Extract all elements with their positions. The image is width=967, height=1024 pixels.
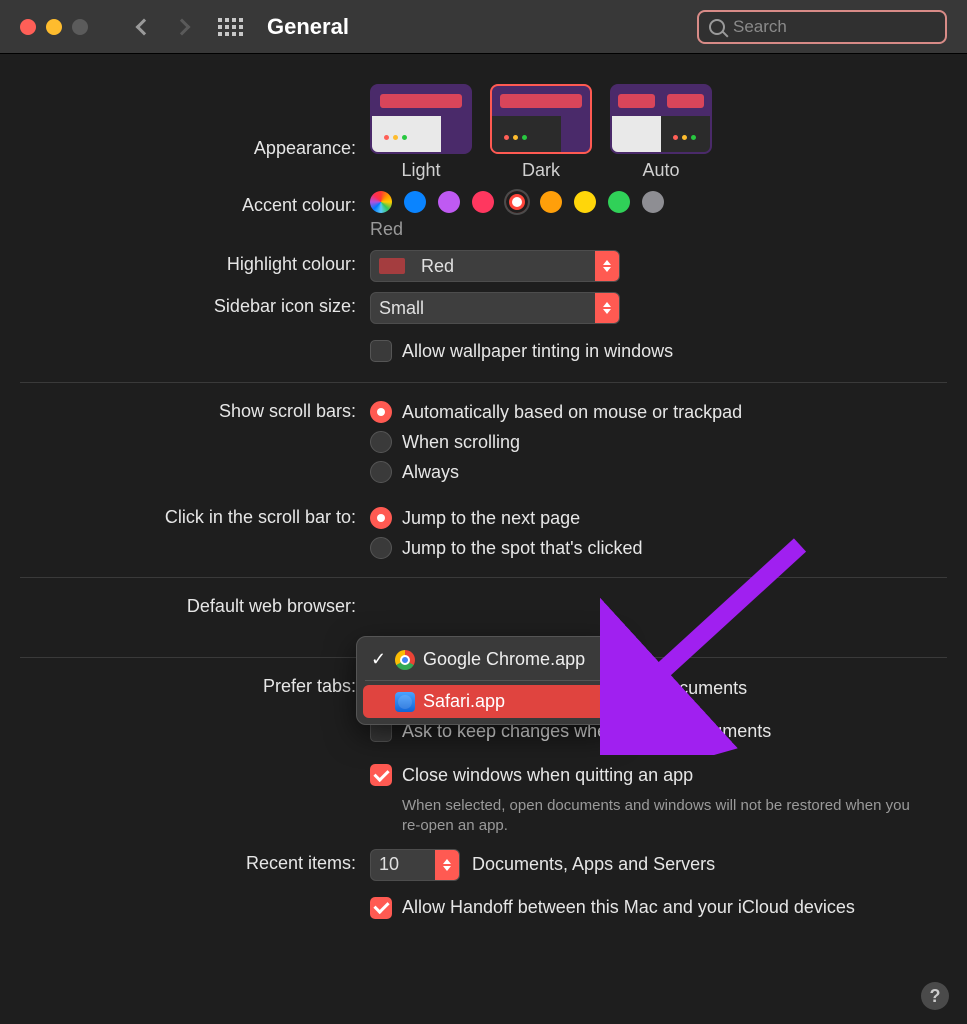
accent-swatch[interactable] bbox=[506, 191, 528, 213]
traffic-lights bbox=[20, 19, 88, 35]
browser-menu-item-chrome[interactable]: ✓ Google Chrome.app bbox=[363, 643, 607, 676]
click-scrollbar-label: Click in the scroll bar to: bbox=[20, 503, 370, 528]
chrome-icon bbox=[395, 650, 415, 670]
click-scrollbar-option-label: Jump to the spot that's clicked bbox=[402, 538, 643, 559]
appearance-caption: Light bbox=[401, 160, 440, 181]
appearance-label: Appearance: bbox=[20, 84, 370, 159]
close-windows-subtext: When selected, open documents and window… bbox=[402, 796, 922, 837]
scrollbars-radio[interactable] bbox=[370, 431, 392, 453]
stepper-arrows-icon bbox=[595, 251, 619, 281]
accent-swatch[interactable] bbox=[404, 191, 426, 213]
forward-button[interactable] bbox=[174, 18, 191, 35]
window-title: General bbox=[267, 14, 349, 40]
close-windows-checkbox[interactable] bbox=[370, 764, 392, 786]
appearance-caption: Auto bbox=[642, 160, 679, 181]
accent-selected-name: Red bbox=[370, 219, 403, 240]
stepper-arrows-icon bbox=[595, 293, 619, 323]
accent-swatch[interactable] bbox=[370, 191, 392, 213]
search-icon bbox=[709, 19, 725, 35]
accent-swatch[interactable] bbox=[608, 191, 630, 213]
minimize-window-button[interactable] bbox=[46, 19, 62, 35]
scrollbars-option-label: When scrolling bbox=[402, 432, 520, 453]
stepper-arrows-icon bbox=[435, 850, 459, 880]
wallpaper-tint-checkbox[interactable] bbox=[370, 340, 392, 362]
divider bbox=[20, 382, 947, 383]
recent-items-suffix: Documents, Apps and Servers bbox=[472, 854, 715, 875]
nav-buttons bbox=[138, 21, 188, 33]
divider bbox=[20, 577, 947, 578]
click-scrollbar-radio[interactable] bbox=[370, 537, 392, 559]
accent-swatches bbox=[370, 191, 664, 213]
scrollbars-label: Show scroll bars: bbox=[20, 397, 370, 422]
checkmark-icon: ✓ bbox=[371, 649, 387, 670]
titlebar: General bbox=[0, 0, 967, 54]
show-all-button[interactable] bbox=[218, 18, 243, 36]
appearance-option-auto[interactable] bbox=[610, 84, 712, 154]
accent-swatch[interactable] bbox=[574, 191, 596, 213]
recent-items-dropdown[interactable]: 10 bbox=[370, 849, 460, 881]
zoom-window-button[interactable] bbox=[72, 19, 88, 35]
prefer-tabs-label: Prefer tabs: bbox=[20, 672, 370, 697]
back-button[interactable] bbox=[136, 18, 153, 35]
click-scrollbar-radio[interactable] bbox=[370, 507, 392, 529]
browser-menu-item-label: Safari.app bbox=[423, 691, 505, 712]
default-browser-label: Default web browser: bbox=[20, 592, 370, 617]
close-window-button[interactable] bbox=[20, 19, 36, 35]
click-scrollbar-option-label: Jump to the next page bbox=[402, 508, 580, 529]
scrollbars-option-label: Automatically based on mouse or trackpad bbox=[402, 402, 742, 423]
handoff-label: Allow Handoff between this Mac and your … bbox=[402, 897, 855, 918]
safari-icon bbox=[395, 692, 415, 712]
wallpaper-tint-label: Allow wallpaper tinting in windows bbox=[402, 341, 673, 362]
scrollbars-radio[interactable] bbox=[370, 401, 392, 423]
accent-swatch[interactable] bbox=[472, 191, 494, 213]
accent-swatch[interactable] bbox=[540, 191, 562, 213]
search-input[interactable] bbox=[733, 17, 954, 37]
search-field-wrap[interactable] bbox=[697, 10, 947, 44]
handoff-checkbox[interactable] bbox=[370, 897, 392, 919]
sidebar-size-value: Small bbox=[371, 298, 595, 319]
appearance-caption: Dark bbox=[522, 160, 560, 181]
browser-menu-item-label: Google Chrome.app bbox=[423, 649, 585, 670]
browser-menu-item-safari[interactable]: Safari.app bbox=[363, 685, 607, 718]
appearance-option-dark[interactable] bbox=[490, 84, 592, 154]
highlight-swatch bbox=[379, 258, 405, 274]
accent-swatch[interactable] bbox=[642, 191, 664, 213]
default-browser-menu[interactable]: ✓ Google Chrome.app Safari.app bbox=[356, 636, 614, 725]
scrollbars-option-label: Always bbox=[402, 462, 459, 483]
accent-swatch[interactable] bbox=[438, 191, 460, 213]
recent-items-label: Recent items: bbox=[20, 849, 370, 874]
sidebar-size-dropdown[interactable]: Small bbox=[370, 292, 620, 324]
highlight-colour-dropdown[interactable]: Red bbox=[370, 250, 620, 282]
sidebar-size-label: Sidebar icon size: bbox=[20, 292, 370, 317]
help-button[interactable]: ? bbox=[921, 982, 949, 1010]
highlight-label: Highlight colour: bbox=[20, 250, 370, 275]
highlight-value: Red bbox=[413, 256, 595, 277]
appearance-option-light[interactable] bbox=[370, 84, 472, 154]
scrollbars-radio[interactable] bbox=[370, 461, 392, 483]
recent-items-value: 10 bbox=[371, 854, 435, 875]
close-windows-label: Close windows when quitting an app bbox=[402, 765, 693, 786]
accent-label: Accent colour: bbox=[20, 191, 370, 216]
